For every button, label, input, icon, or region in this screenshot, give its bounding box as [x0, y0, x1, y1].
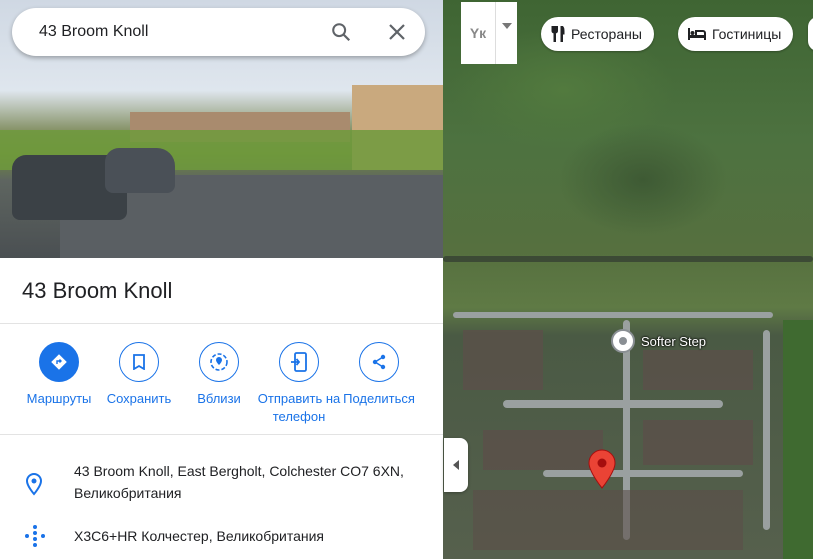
chevron-left-icon [453, 460, 459, 470]
search-icon [332, 23, 351, 42]
close-icon [389, 24, 405, 40]
directions-icon [51, 354, 67, 370]
search-input[interactable]: 43 Broom Knoll [39, 23, 313, 41]
layer-dropdown-button[interactable] [496, 2, 517, 64]
selected-location-pin-icon[interactable] [588, 449, 616, 489]
share-icon [372, 354, 386, 370]
chip-hotels[interactable]: Гостиницы [678, 17, 794, 51]
nearby-icon [210, 353, 228, 371]
hotel-icon [688, 28, 706, 40]
poi-softer-step[interactable]: Softer Step [611, 329, 706, 353]
search-box[interactable]: 43 Broom Knoll [12, 8, 425, 56]
send-to-phone-icon [291, 352, 307, 372]
bookmark-icon [133, 354, 145, 370]
plus-code-icon [25, 525, 45, 547]
place-panel: 43 Broom Knoll 43 Broom Knoll Маршруты С… [0, 0, 443, 559]
divider [0, 323, 443, 324]
chip-more[interactable] [808, 17, 813, 51]
place-marker-icon [619, 337, 627, 345]
satellite-map[interactable] [443, 0, 813, 559]
address[interactable]: 43 Broom Knoll, East Bergholt, Colcheste… [74, 460, 424, 504]
chip-restaurants[interactable]: Рестораны [541, 17, 654, 51]
divider [0, 434, 443, 435]
collapse-panel-button[interactable] [444, 438, 468, 492]
layer-switcher[interactable]: Yк [461, 2, 517, 64]
clear-search-button[interactable] [369, 8, 425, 56]
restaurant-icon [551, 26, 565, 42]
plus-code[interactable]: X3C6+HR Колчестер, Великобритания [74, 525, 424, 547]
layer-label: Yк [461, 2, 496, 64]
location-pin-icon [25, 472, 43, 496]
search-button[interactable] [313, 8, 369, 56]
caret-down-icon [501, 23, 512, 29]
place-title: 43 Broom Knoll [22, 278, 173, 303]
share-button[interactable]: Поделиться [329, 342, 429, 408]
